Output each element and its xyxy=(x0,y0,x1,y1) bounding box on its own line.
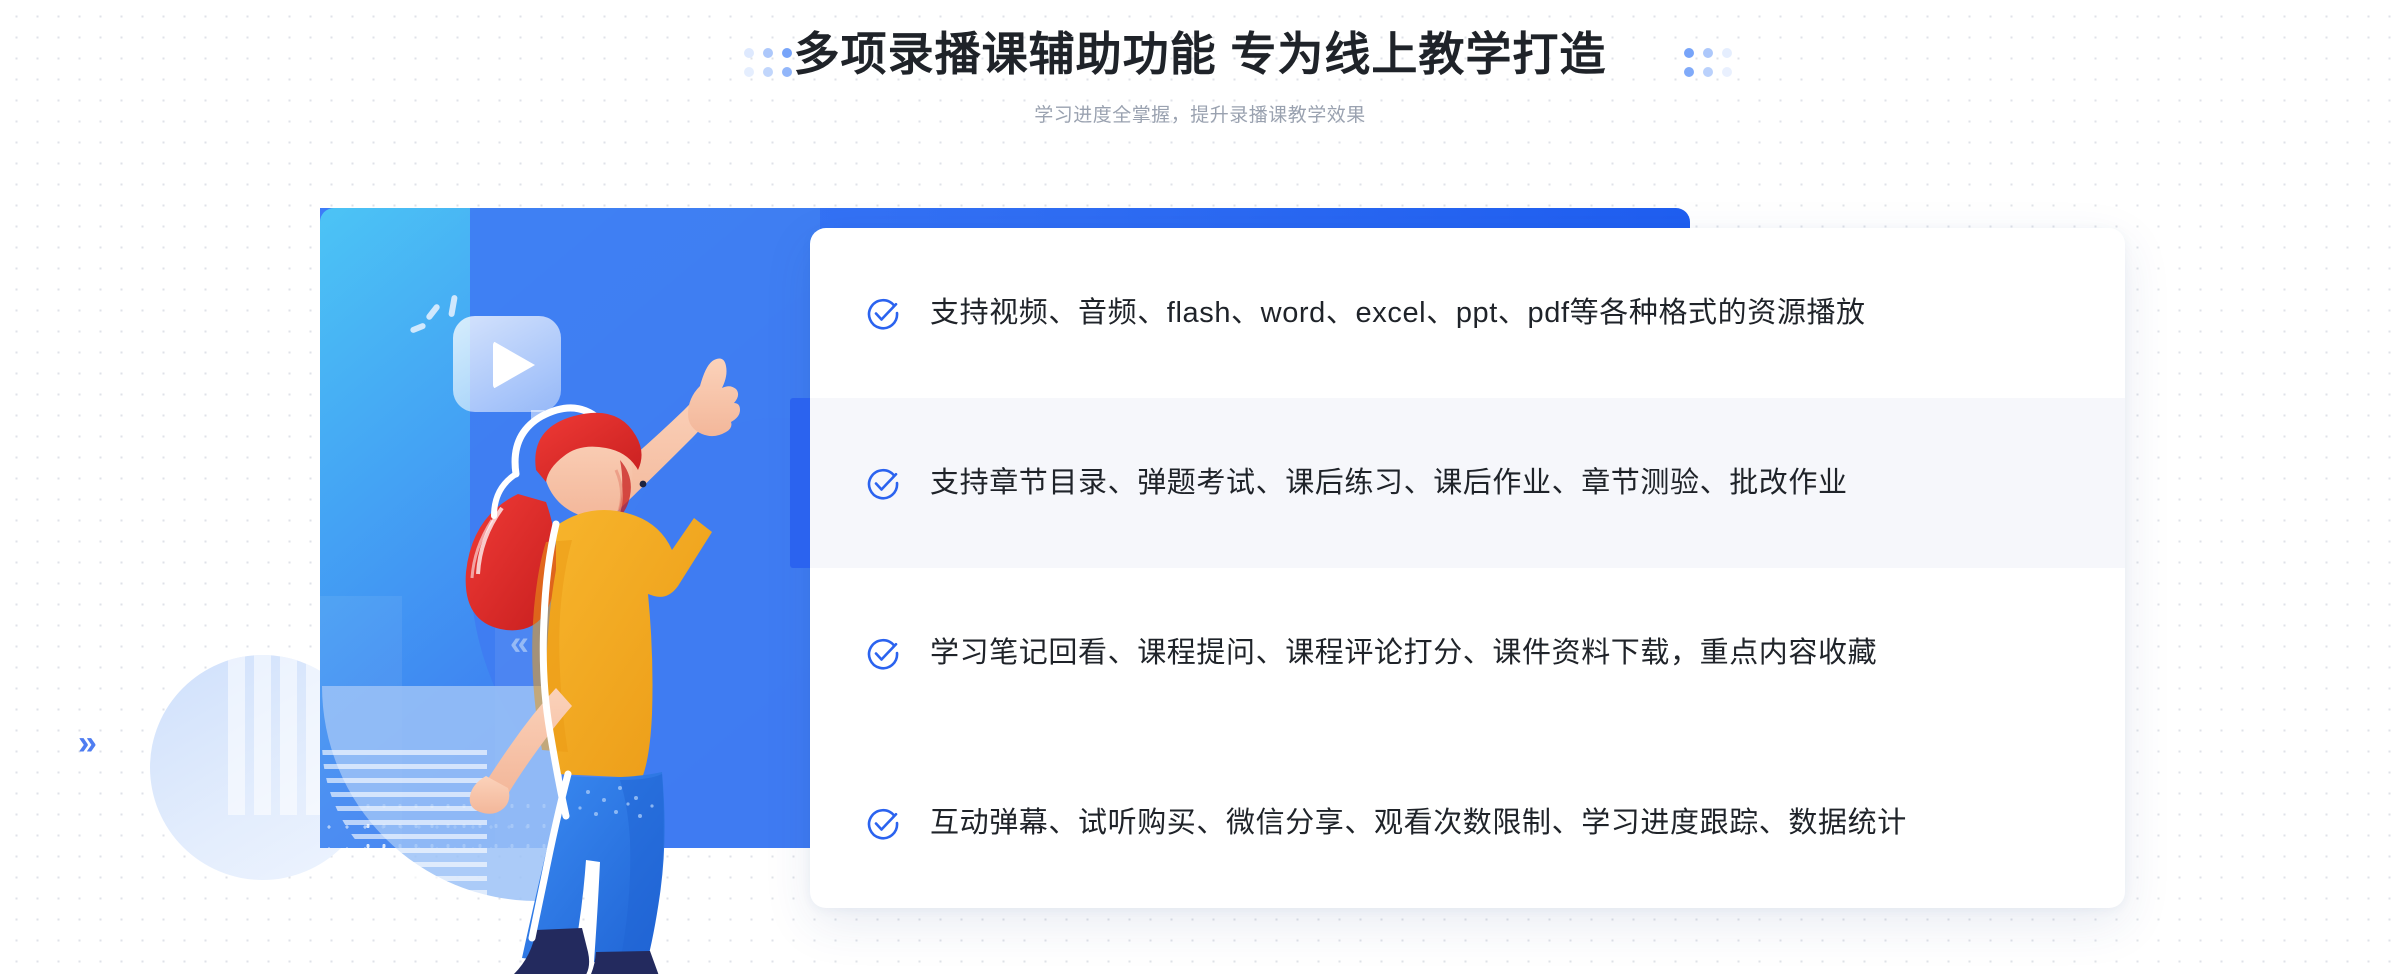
feature-row[interactable]: 支持章节目录、弹题考试、课后练习、课后作业、章节测验、批改作业 xyxy=(790,398,2125,568)
check-circle-icon xyxy=(867,808,899,840)
chevron-left-double-icon: » xyxy=(510,628,529,666)
feature-label: 支持视频、音频、flash、word、excel、ppt、pdf等各种格式的资源… xyxy=(930,296,1866,329)
check-circle-icon xyxy=(867,468,899,500)
feature-label: 学习笔记回看、课程提问、课程评论打分、课件资料下载，重点内容收藏 xyxy=(930,636,1878,669)
chevron-right-double-icon: » xyxy=(78,724,97,762)
dot-grid-left-icon xyxy=(744,48,792,77)
features-card: 支持视频、音频、flash、word、excel、ppt、pdf等各种格式的资源… xyxy=(790,228,2125,908)
check-circle-icon xyxy=(867,298,899,330)
feature-row[interactable]: 支持视频、音频、flash、word、excel、ppt、pdf等各种格式的资源… xyxy=(810,228,2125,398)
feature-list: 支持视频、音频、flash、word、excel、ppt、pdf等各种格式的资源… xyxy=(790,228,2125,908)
feature-row[interactable]: 学习笔记回看、课程提问、课程评论打分、课件资料下载，重点内容收藏 xyxy=(810,568,2125,738)
dot-grid-right-icon xyxy=(1684,48,1732,77)
feature-row[interactable]: 互动弹幕、试听购买、微信分享、观看次数限制、学习进度跟踪、数据统计 xyxy=(810,738,2125,908)
check-circle-icon xyxy=(867,638,899,670)
decorative-quarter-circle-stripes xyxy=(322,742,487,902)
play-button-icon xyxy=(493,341,535,389)
feature-label: 互动弹幕、试听购买、微信分享、观看次数限制、学习进度跟踪、数据统计 xyxy=(930,806,1907,839)
page-subtitle: 学习进度全掌握，提升录播课教学效果 xyxy=(1034,104,1366,126)
feature-label: 支持章节目录、弹题考试、课后练习、课后作业、章节测验、批改作业 xyxy=(930,466,1848,499)
page-title: 多项录播课辅助功能 专为线上教学打造 xyxy=(793,28,1607,80)
page-header: 多项录播课辅助功能 专为线上教学打造 学习进度全掌握，提升录播课教学效果 xyxy=(0,0,2400,160)
